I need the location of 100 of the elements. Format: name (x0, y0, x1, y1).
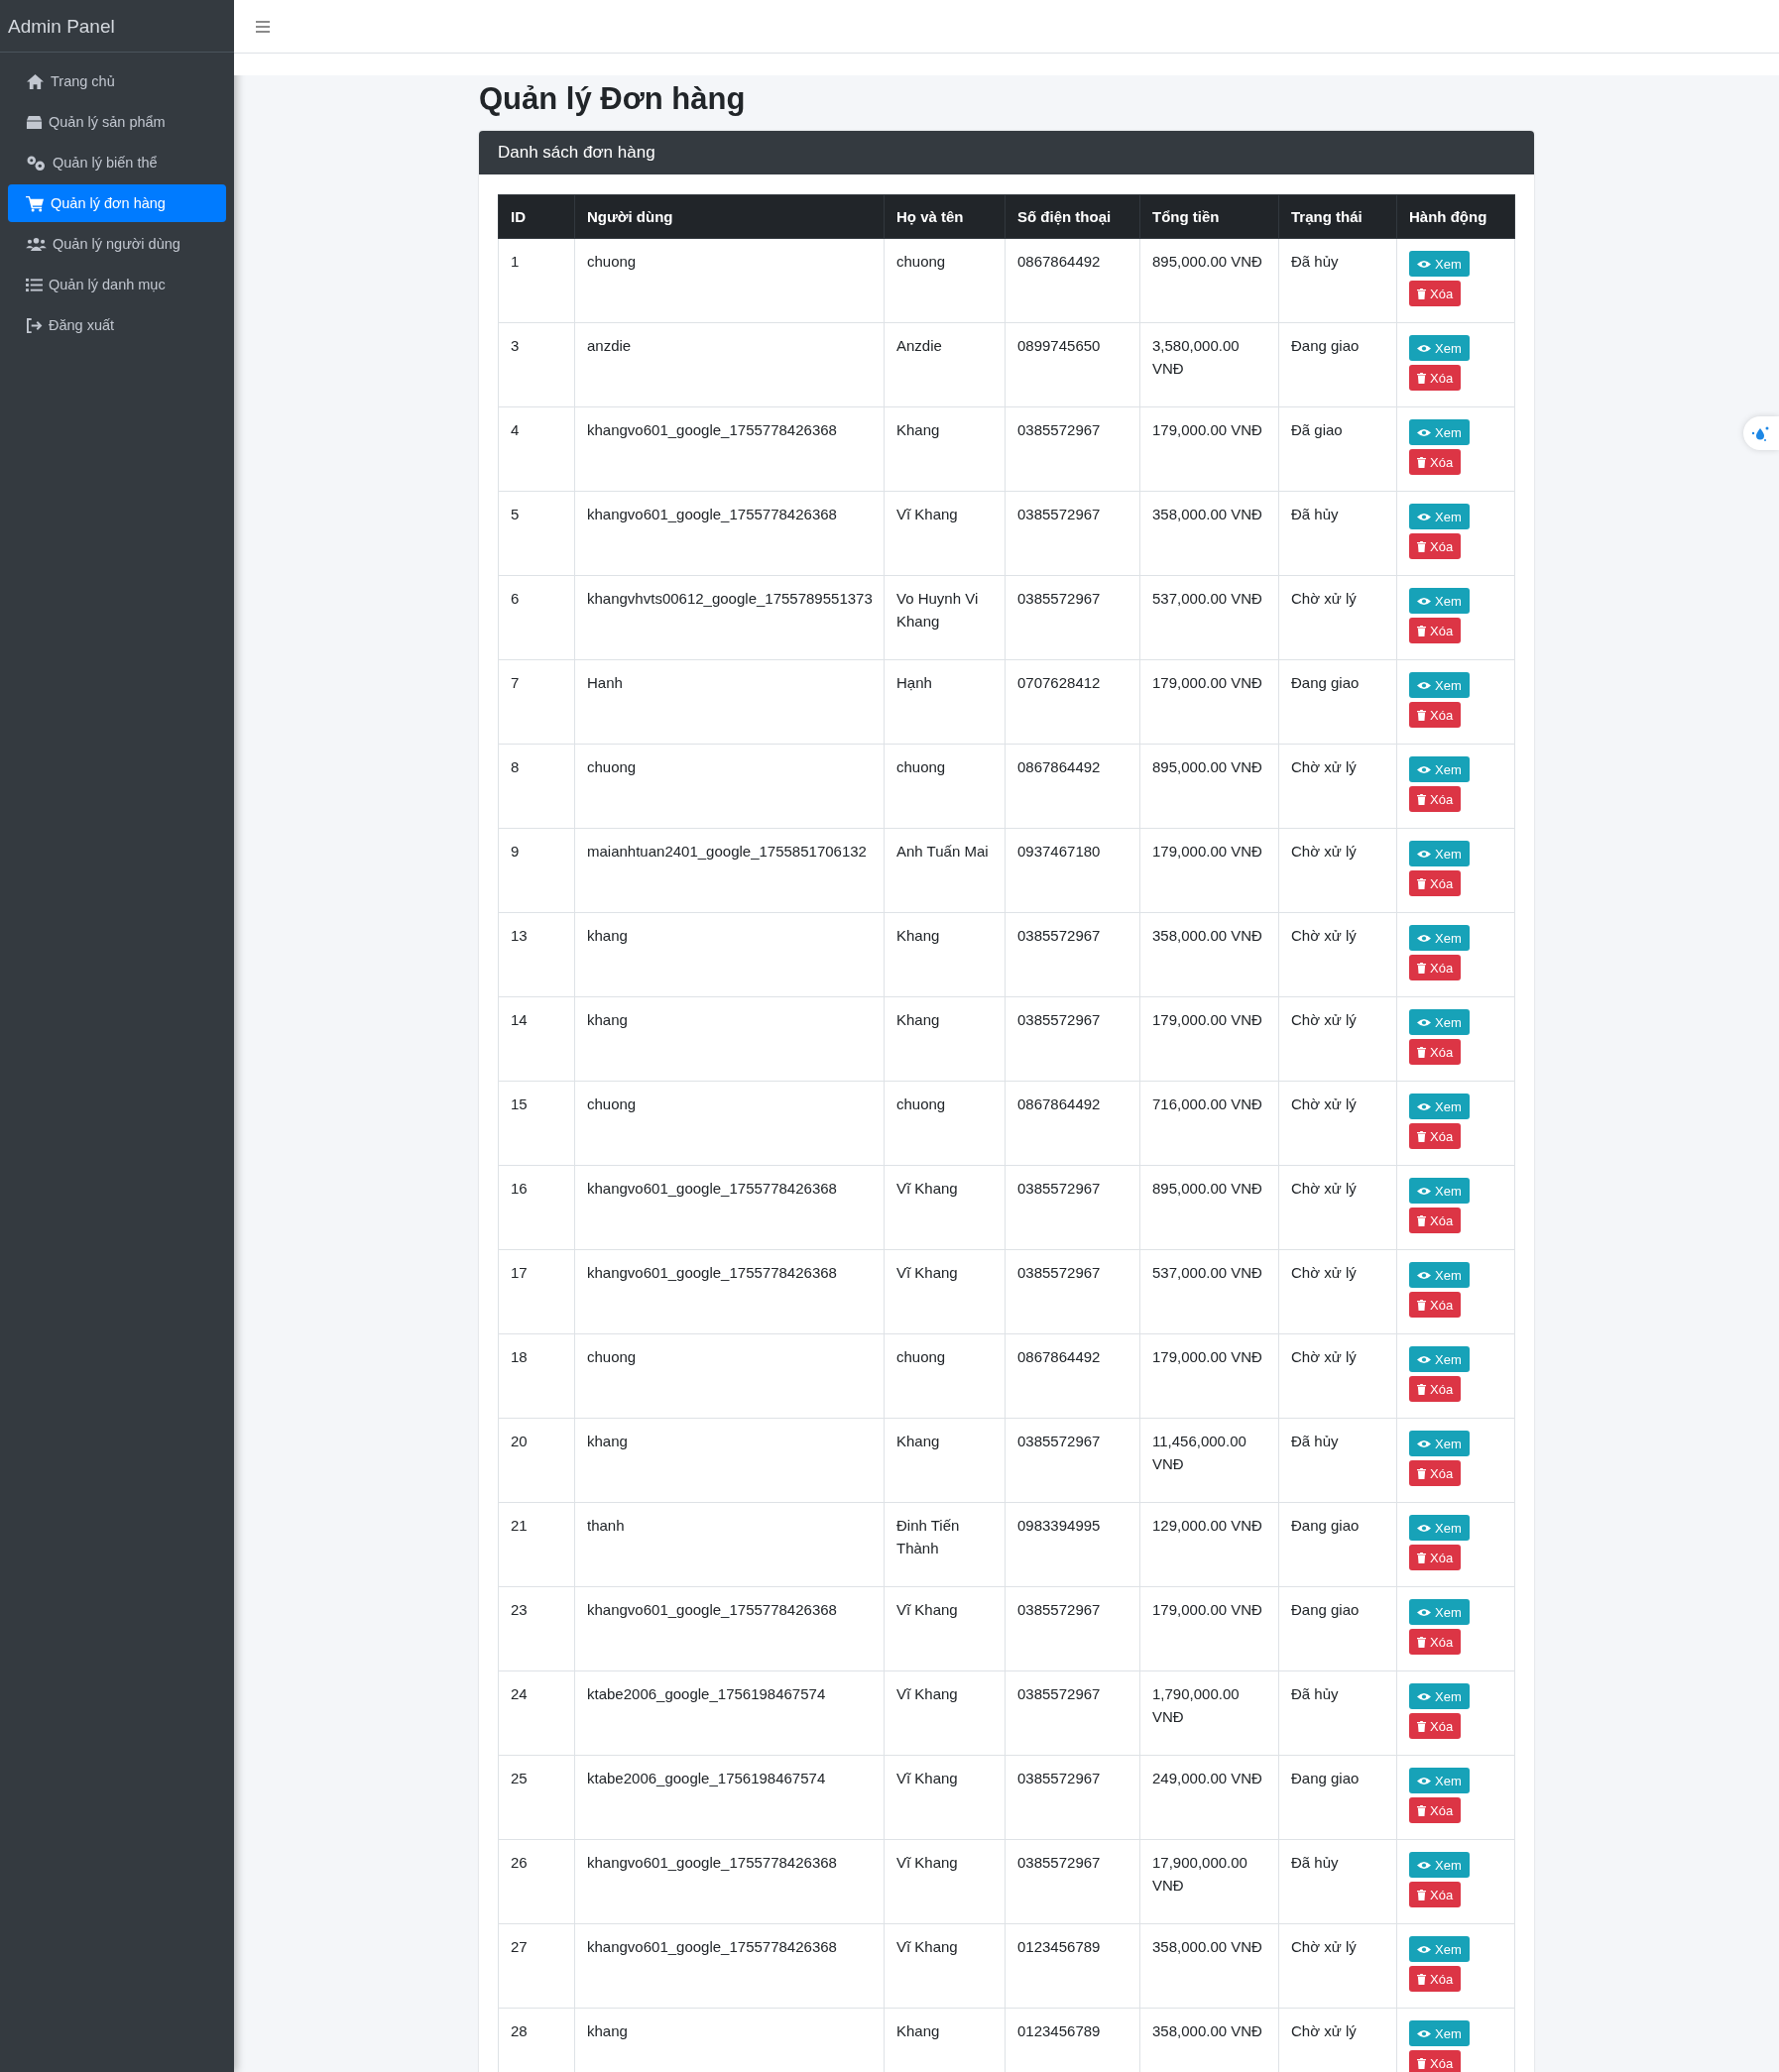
view-button[interactable]: Xem (1409, 1346, 1470, 1372)
trash-icon (1417, 1130, 1426, 1142)
cart-icon (26, 194, 45, 212)
table-cell: 6 (498, 575, 575, 660)
delete-button[interactable]: Xóa (1409, 1208, 1462, 1233)
view-button[interactable]: Xem (1409, 419, 1470, 445)
table-cell: 9 (498, 828, 575, 913)
delete-button[interactable]: Xóa (1409, 702, 1462, 728)
table-cell: thanh (574, 1502, 885, 1587)
sidebar-item[interactable]: Quản lý danh mục (8, 266, 226, 303)
table-cell: 0123456789 (1005, 1923, 1140, 2009)
view-button[interactable]: Xem (1409, 925, 1470, 951)
delete-button[interactable]: Xóa (1409, 955, 1462, 980)
view-button[interactable]: Xem (1409, 588, 1470, 614)
delete-button[interactable]: Xóa (1409, 449, 1462, 475)
delete-button[interactable]: Xóa (1409, 1376, 1462, 1402)
table-cell: 18 (498, 1333, 575, 1419)
sidebar-item[interactable]: Quản lý người dùng (8, 225, 226, 263)
table-cell: 4 (498, 406, 575, 492)
trash-icon (1417, 962, 1426, 974)
table-cell: 0385572967 (1005, 1165, 1140, 1250)
table-cell: 1,790,000.00 VNĐ (1139, 1670, 1279, 1756)
table-cell: Chờ xử lý (1278, 1923, 1397, 2009)
table-cell: chuong (574, 238, 885, 323)
menu-icon[interactable] (256, 20, 270, 33)
delete-button[interactable]: Xóa (1409, 281, 1462, 306)
table-cell: 17,900,000.00 VNĐ (1139, 1839, 1279, 1924)
table-cell: 7 (498, 659, 575, 745)
delete-button[interactable]: Xóa (1409, 365, 1462, 391)
table-cell: 16 (498, 1165, 575, 1250)
view-button[interactable]: Xem (1409, 672, 1470, 698)
view-button[interactable]: Xem (1409, 1009, 1470, 1035)
table-cell: khangvo601_google_1755778426368 (574, 1586, 885, 1671)
delete-button[interactable]: Xóa (1409, 1292, 1462, 1318)
table-cell: 537,000.00 VNĐ (1139, 1249, 1279, 1334)
delete-button[interactable]: Xóa (1409, 618, 1462, 643)
delete-button[interactable]: Xóa (1409, 1123, 1462, 1149)
table-cell: Anzdie (884, 322, 1006, 407)
view-button[interactable]: Xem (1409, 756, 1470, 782)
table-cell: Khang (884, 406, 1006, 492)
page-title: Quản lý Đơn hàng (479, 81, 747, 117)
view-button[interactable]: Xem (1409, 841, 1470, 866)
sidebar-item[interactable]: Quản lý sản phẩm (8, 103, 226, 141)
table-cell: Vĩ Khang (884, 1923, 1006, 2009)
table-cell: khang (574, 912, 885, 997)
view-button[interactable]: Xem (1409, 1599, 1470, 1625)
view-button[interactable]: Xem (1409, 1768, 1470, 1793)
delete-button[interactable]: Xóa (1409, 1713, 1462, 1739)
table-cell: 26 (498, 1839, 575, 1924)
sidebar-item[interactable]: Trang chủ (8, 62, 226, 100)
view-button[interactable]: Xem (1409, 504, 1470, 529)
sidebar-item[interactable]: Đăng xuất (8, 306, 226, 344)
trash-icon (1417, 456, 1426, 468)
table-cell: Vĩ Khang (884, 1249, 1006, 1334)
table-cell: 358,000.00 VNĐ (1139, 491, 1279, 576)
sidebar-item[interactable]: Quản lý biến thể (8, 144, 226, 181)
delete-button[interactable]: Xóa (1409, 870, 1462, 896)
eye-icon (1417, 1186, 1431, 1196)
table-cell: 0867864492 (1005, 1081, 1140, 1166)
sidebar-item[interactable]: Quản lý đơn hàng (8, 184, 226, 222)
delete-button[interactable]: Xóa (1409, 1629, 1462, 1655)
delete-button[interactable]: Xóa (1409, 1797, 1462, 1823)
view-button[interactable]: Xem (1409, 1094, 1470, 1119)
table-cell: 716,000.00 VNĐ (1139, 1081, 1279, 1166)
eye-icon (1417, 1607, 1431, 1617)
floating-widget[interactable] (1743, 416, 1779, 450)
delete-button[interactable]: Xóa (1409, 1039, 1462, 1065)
view-button[interactable]: Xem (1409, 1515, 1470, 1541)
table-cell: khangvhvts00612_google_1755789551373 (574, 575, 885, 660)
view-button[interactable]: Xem (1409, 2020, 1470, 2046)
table-cell: Đã hủy (1278, 1839, 1397, 1924)
delete-button[interactable]: Xóa (1409, 1882, 1462, 1907)
users-icon (26, 236, 47, 252)
view-button[interactable]: Xem (1409, 1683, 1470, 1709)
delete-button[interactable]: Xóa (1409, 1545, 1462, 1570)
table-cell: Vo Huynh Vi Khang (884, 575, 1006, 660)
table-cell: 14 (498, 996, 575, 1082)
table-cell: 129,000.00 VNĐ (1139, 1502, 1279, 1587)
delete-button[interactable]: Xóa (1409, 1460, 1462, 1486)
column-header: Trạng thái (1278, 194, 1397, 239)
view-button[interactable]: Xem (1409, 1431, 1470, 1456)
table-cell: 0937467180 (1005, 828, 1140, 913)
table-cell: 0385572967 (1005, 912, 1140, 997)
table-cell: 20 (498, 1418, 575, 1503)
eye-icon (1417, 764, 1431, 774)
view-button[interactable]: Xem (1409, 335, 1470, 361)
delete-button[interactable]: Xóa (1409, 786, 1462, 812)
table-cell: 17 (498, 1249, 575, 1334)
view-button[interactable]: Xem (1409, 1178, 1470, 1204)
table-cell: 0867864492 (1005, 744, 1140, 829)
view-button[interactable]: Xem (1409, 251, 1470, 277)
view-button[interactable]: Xem (1409, 1852, 1470, 1878)
delete-button[interactable]: Xóa (1409, 1966, 1462, 1992)
table-cell: ktabe2006_google_1756198467574 (574, 1755, 885, 1840)
delete-button[interactable]: Xóa (1409, 533, 1462, 559)
eye-icon (1417, 1439, 1431, 1448)
eye-icon (1417, 427, 1431, 437)
view-button[interactable]: Xem (1409, 1936, 1470, 1962)
delete-button[interactable]: Xóa (1409, 2050, 1462, 2072)
view-button[interactable]: Xem (1409, 1262, 1470, 1288)
